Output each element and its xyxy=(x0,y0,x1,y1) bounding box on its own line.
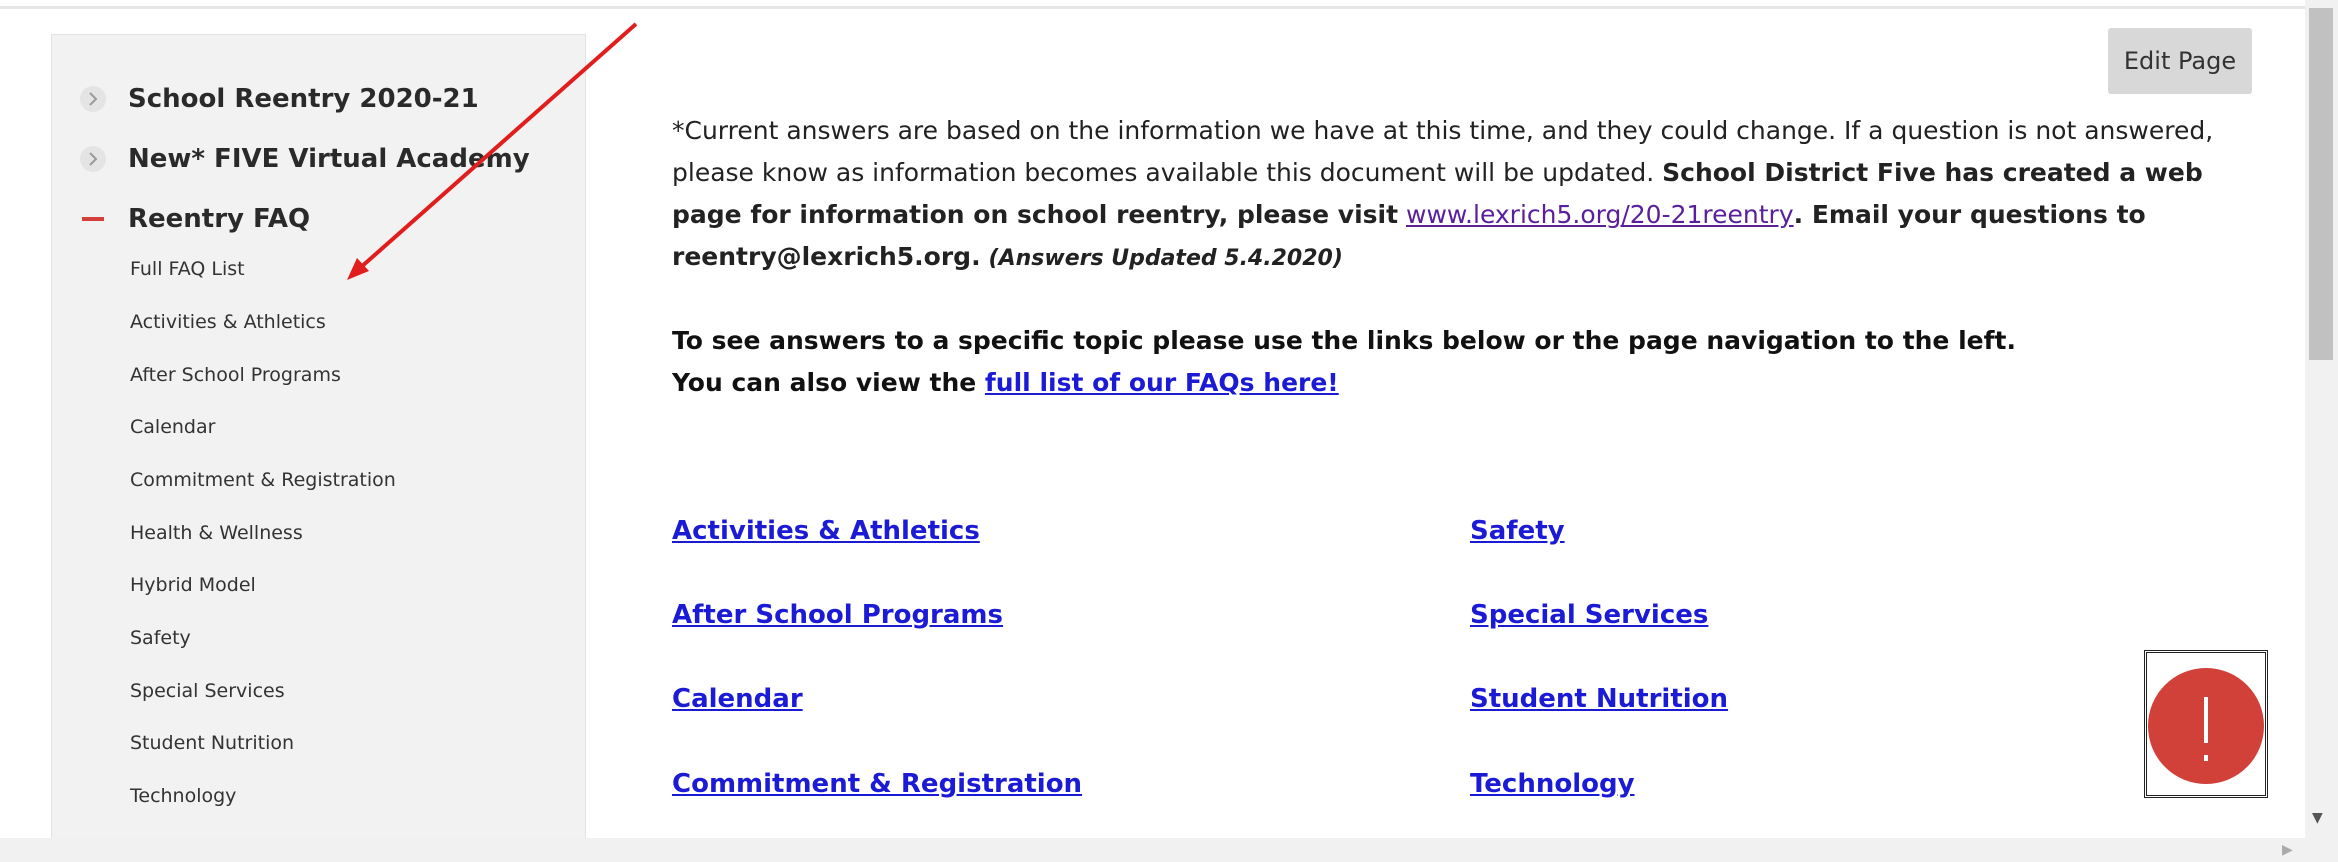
red-arrow-annotation xyxy=(347,22,638,280)
scroll-right-arrow-icon[interactable]: ▶ xyxy=(2282,842,2293,858)
horizontal-scrollbar[interactable] xyxy=(0,838,2338,862)
exclamation-icon[interactable] xyxy=(2148,668,2264,784)
vertical-scrollbar-thumb[interactable] xyxy=(2309,8,2333,360)
scroll-down-arrow-icon[interactable]: ▼ xyxy=(2312,810,2323,826)
